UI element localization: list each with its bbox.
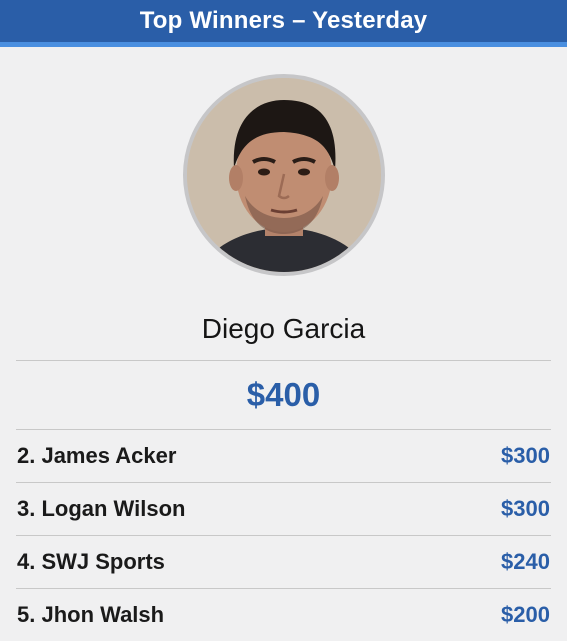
header-title: Top Winners – Yesterday bbox=[139, 7, 428, 34]
winner-avatar bbox=[182, 74, 385, 276]
runner-up-name: 2. James Acker bbox=[17, 443, 177, 468]
winner-avatar-container bbox=[0, 74, 567, 276]
winner-name: Diego Garcia bbox=[201, 313, 366, 344]
list-item: 3. Logan Wilson $300 bbox=[0, 483, 567, 535]
winner-amount: $400 bbox=[246, 376, 321, 413]
runner-up-name: 3. Logan Wilson bbox=[17, 496, 186, 521]
runner-up-amount: $240 bbox=[501, 549, 550, 574]
runner-up-name: 5. Jhon Walsh bbox=[17, 602, 165, 627]
top-winners-header: Top Winners – Yesterday bbox=[0, 0, 567, 47]
runner-up-amount: $200 bbox=[501, 602, 550, 627]
list-item: 4. SWJ Sports $240 bbox=[0, 536, 567, 588]
avatar-photo-icon bbox=[186, 78, 381, 272]
runner-up-name: 4. SWJ Sports bbox=[17, 549, 165, 574]
runner-up-amount: $300 bbox=[501, 443, 550, 468]
list-item: 5. Jhon Walsh $200 bbox=[0, 589, 567, 641]
list-item: 2. James Acker $300 bbox=[0, 430, 567, 482]
runner-up-amount: $300 bbox=[501, 496, 550, 521]
